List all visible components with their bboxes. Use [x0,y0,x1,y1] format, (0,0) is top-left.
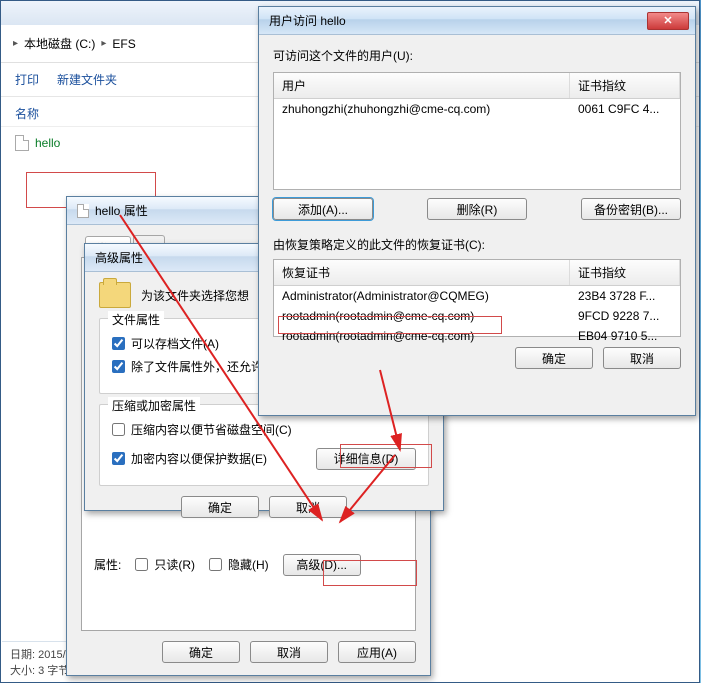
hidden-label: 隐藏(H) [228,556,269,573]
user-thumb: 0061 C9FC 4... [570,99,680,119]
dialog-buttons: 确定 取消 [99,496,429,518]
advanced-hint: 为该文件夹选择您想 [141,287,249,304]
ok-button[interactable]: 确定 [162,641,240,663]
list-header: 用户 证书指纹 [274,73,680,99]
watermark: @51CTO博客 [618,662,693,679]
user-name: zhuhongzhi(zhuhongzhi@cme-cq.com) [274,99,570,119]
list-item[interactable]: zhuhongzhi(zhuhongzhi@cme-cq.com) 0061 C… [274,99,680,119]
compress-input[interactable] [112,423,125,436]
chevron-right-icon: ▸ [13,38,18,49]
toolbar-print[interactable]: 打印 [15,71,39,88]
file-icon [15,135,29,151]
group-compress-encrypt: 压缩或加密属性 压缩内容以便节省磁盘空间(C) 加密内容以便保护数据(E) 详细… [99,404,429,486]
status-date-label: 日期: [10,649,35,661]
col-user[interactable]: 用户 [274,73,570,98]
toolbar-new-folder[interactable]: 新建文件夹 [57,71,117,88]
col-thumb[interactable]: 证书指纹 [570,260,680,285]
cancel-button[interactable]: 取消 [269,496,347,518]
cert-thumb: 9FCD 9228 7... [570,306,680,326]
backup-key-button[interactable]: 备份密钥(B)... [581,198,681,220]
group-title-file: 文件属性 [108,311,164,328]
col-thumb[interactable]: 证书指纹 [570,73,680,98]
cancel-button[interactable]: 取消 [250,641,328,663]
dialog-buttons: 确定 取消 [273,347,681,369]
users-list[interactable]: 用户 证书指纹 zhuhongzhi(zhuhongzhi@cme-cq.com… [273,72,681,190]
advanced-button[interactable]: 高级(D)... [283,554,361,576]
folder-icon [99,282,131,308]
readonly-label: 只读(R) [154,556,195,573]
dialog-title: hello 属性 [95,202,148,219]
index-input[interactable] [112,360,125,373]
ok-button[interactable]: 确定 [515,347,593,369]
list-item[interactable]: Administrator(Administrator@CQMEG) 23B4 … [274,286,680,306]
cert-name: Administrator(Administrator@CQMEG) [274,286,570,306]
attributes-label: 属性: [94,556,121,573]
user-access-dialog: 用户访问 hello ✕ 可访问这个文件的用户(U): 用户 证书指纹 zhuh… [258,6,696,416]
recovery-label: 由恢复策略定义的此文件的恢复证书(C): [273,236,681,253]
details-button[interactable]: 详细信息(D) [316,448,416,470]
list-header: 恢复证书 证书指纹 [274,260,680,286]
list-item[interactable]: rootadmin(rootadmin@cme-cq.com) EB04 971… [274,326,680,346]
users-label: 可访问这个文件的用户(U): [273,47,681,64]
col-cert[interactable]: 恢复证书 [274,260,570,285]
remove-button[interactable]: 删除(R) [427,198,527,220]
compress-checkbox[interactable]: 压缩内容以便节省磁盘空间(C) [112,421,416,438]
breadcrumb-drive[interactable]: 本地磁盘 (C:) [24,35,95,52]
cancel-button[interactable]: 取消 [603,347,681,369]
apply-button[interactable]: 应用(A) [338,641,416,663]
recovery-list[interactable]: 恢复证书 证书指纹 Administrator(Administrator@CQ… [273,259,681,337]
dialog-title: 用户访问 hello [269,12,346,29]
readonly-input[interactable] [135,558,148,571]
file-icon [77,204,89,218]
encrypt-label: 加密内容以便保护数据(E) [131,450,267,467]
status-size-label: 大小: [10,665,35,677]
archive-input[interactable] [112,337,125,350]
status-date-value: 2015/ [38,649,66,661]
index-label: 除了文件属性外，还允许 [131,358,263,375]
cert-thumb: 23B4 3728 F... [570,286,680,306]
chevron-right-icon: ▸ [101,38,106,49]
add-button[interactable]: 添加(A)... [273,198,373,220]
cert-name: rootadmin(rootadmin@cme-cq.com) [274,306,570,326]
encrypt-checkbox[interactable]: 加密内容以便保护数据(E) [112,450,267,467]
encrypt-input[interactable] [112,452,125,465]
cert-thumb: EB04 9710 5... [570,326,680,346]
ok-button[interactable]: 确定 [181,496,259,518]
readonly-checkbox[interactable]: 只读(R) [135,556,195,573]
group-title-compress: 压缩或加密属性 [108,397,200,414]
dialog-title: 高级属性 [95,249,143,266]
user-buttons: 添加(A)... 删除(R) 备份密钥(B)... [273,198,681,220]
close-button[interactable]: ✕ [647,12,689,30]
breadcrumb-folder[interactable]: EFS [112,37,135,51]
archive-label: 可以存档文件(A) [131,335,219,352]
hidden-checkbox[interactable]: 隐藏(H) [209,556,269,573]
status-size-value: 3 字节 [38,665,69,677]
file-name: hello [35,136,60,150]
compress-label: 压缩内容以便节省磁盘空间(C) [131,421,292,438]
list-item[interactable]: rootadmin(rootadmin@cme-cq.com) 9FCD 922… [274,306,680,326]
hidden-input[interactable] [209,558,222,571]
user-access-titlebar[interactable]: 用户访问 hello ✕ [259,7,695,35]
dialog-buttons: 确定 取消 应用(A) [81,641,416,663]
cert-name: rootadmin(rootadmin@cme-cq.com) [274,326,570,346]
